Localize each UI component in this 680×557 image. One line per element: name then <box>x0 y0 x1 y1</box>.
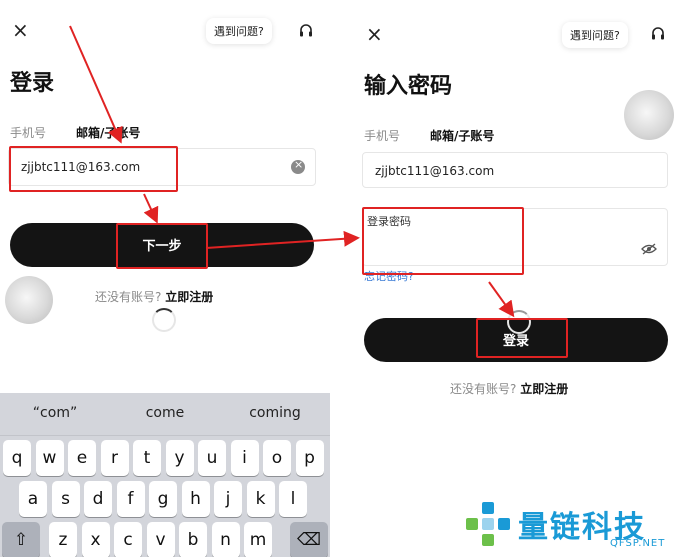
suggestion-3[interactable]: coming <box>220 405 330 421</box>
key-y[interactable]: y <box>165 440 194 476</box>
eye-off-icon[interactable] <box>641 243 657 255</box>
password-label: 登录密码 <box>367 215 411 228</box>
login-screen-left: × 遇到问题? 登录 手机号 邮箱/子账号 zjjbtc111@163.com … <box>0 0 330 557</box>
shift-icon[interactable]: ⇧ <box>2 522 40 557</box>
email-display-value: zjjbtc111@163.com <box>375 164 495 178</box>
tab-email[interactable]: 邮箱/子账号 <box>76 124 140 141</box>
watermark: 量链科技 QFSP.NET <box>460 498 680 557</box>
register-link[interactable]: 立即注册 <box>165 290 213 304</box>
key-n[interactable]: n <box>211 522 240 557</box>
key-b[interactable]: b <box>179 522 207 557</box>
touch-indicator <box>624 90 674 140</box>
key-o[interactable]: o <box>263 440 291 476</box>
close-icon[interactable]: × <box>12 20 29 40</box>
email-input-value: zjjbtc111@163.com <box>21 160 141 174</box>
loading-spinner <box>152 308 176 332</box>
key-q[interactable]: q <box>3 440 31 476</box>
help-chip[interactable]: 遇到问题? <box>562 22 628 48</box>
suggestion-2[interactable]: come <box>110 405 220 421</box>
delete-icon[interactable]: ⌫ <box>290 522 328 557</box>
page-title: 输入密码 <box>364 74 453 99</box>
onscreen-keyboard: “com” come coming q w e r t y u i o p a s d f g h j k l ⇧ z x… <box>0 393 330 557</box>
key-z[interactable]: z <box>49 522 77 557</box>
key-p[interactable]: p <box>295 440 324 476</box>
email-input[interactable]: zjjbtc111@163.com <box>8 148 316 186</box>
loading-spinner <box>507 310 531 334</box>
key-e[interactable]: e <box>68 440 96 476</box>
register-link[interactable]: 立即注册 <box>520 382 568 396</box>
next-button[interactable]: 下一步 <box>10 223 314 267</box>
headset-icon[interactable] <box>650 26 666 42</box>
key-x[interactable]: x <box>81 522 110 557</box>
key-r[interactable]: r <box>100 440 129 476</box>
tab-phone[interactable]: 手机号 <box>364 127 400 144</box>
password-screen-right: × 遇到问题? 输入密码 手机号 邮箱/子账号 zjjbtc111@163.co… <box>352 0 680 557</box>
email-display[interactable]: zjjbtc111@163.com <box>362 152 668 188</box>
touch-indicator <box>5 276 53 324</box>
key-w[interactable]: w <box>35 440 64 476</box>
key-h[interactable]: h <box>181 481 210 517</box>
register-row: 还没有账号? 立即注册 <box>450 380 568 397</box>
help-chip[interactable]: 遇到问题? <box>206 18 272 44</box>
key-m[interactable]: m <box>244 522 272 557</box>
key-c[interactable]: c <box>114 522 142 557</box>
close-icon[interactable]: × <box>366 24 383 44</box>
key-g[interactable]: g <box>149 481 177 517</box>
key-v[interactable]: v <box>146 522 175 557</box>
no-account-text: 还没有账号? <box>95 290 162 304</box>
next-button-label: 下一步 <box>142 239 182 254</box>
key-i[interactable]: i <box>230 440 259 476</box>
no-account-text: 还没有账号? <box>450 382 517 396</box>
tab-phone[interactable]: 手机号 <box>10 124 46 141</box>
register-row: 还没有账号? 立即注册 <box>95 288 213 305</box>
forgot-password-link[interactable]: 忘记密码? <box>364 268 414 284</box>
key-j[interactable]: j <box>214 481 242 517</box>
key-t[interactable]: t <box>133 440 161 476</box>
suggestion-bar: “com” come coming <box>0 393 330 436</box>
clear-icon[interactable] <box>291 158 305 174</box>
password-field[interactable]: 登录密码 <box>362 208 668 266</box>
key-a[interactable]: a <box>19 481 47 517</box>
key-d[interactable]: d <box>84 481 112 517</box>
page-title: 登录 <box>10 71 55 96</box>
brand-site: QFSP.NET <box>610 538 666 549</box>
login-button-label: 登录 <box>502 334 529 349</box>
key-k[interactable]: k <box>246 481 275 517</box>
key-f[interactable]: f <box>116 481 145 517</box>
suggestion-1[interactable]: “com” <box>0 405 110 421</box>
key-l[interactable]: l <box>279 481 307 517</box>
headset-icon[interactable] <box>298 23 314 39</box>
brand-logo-icon <box>466 502 510 546</box>
key-s[interactable]: s <box>51 481 80 517</box>
key-u[interactable]: u <box>198 440 226 476</box>
tab-email[interactable]: 邮箱/子账号 <box>430 127 494 144</box>
